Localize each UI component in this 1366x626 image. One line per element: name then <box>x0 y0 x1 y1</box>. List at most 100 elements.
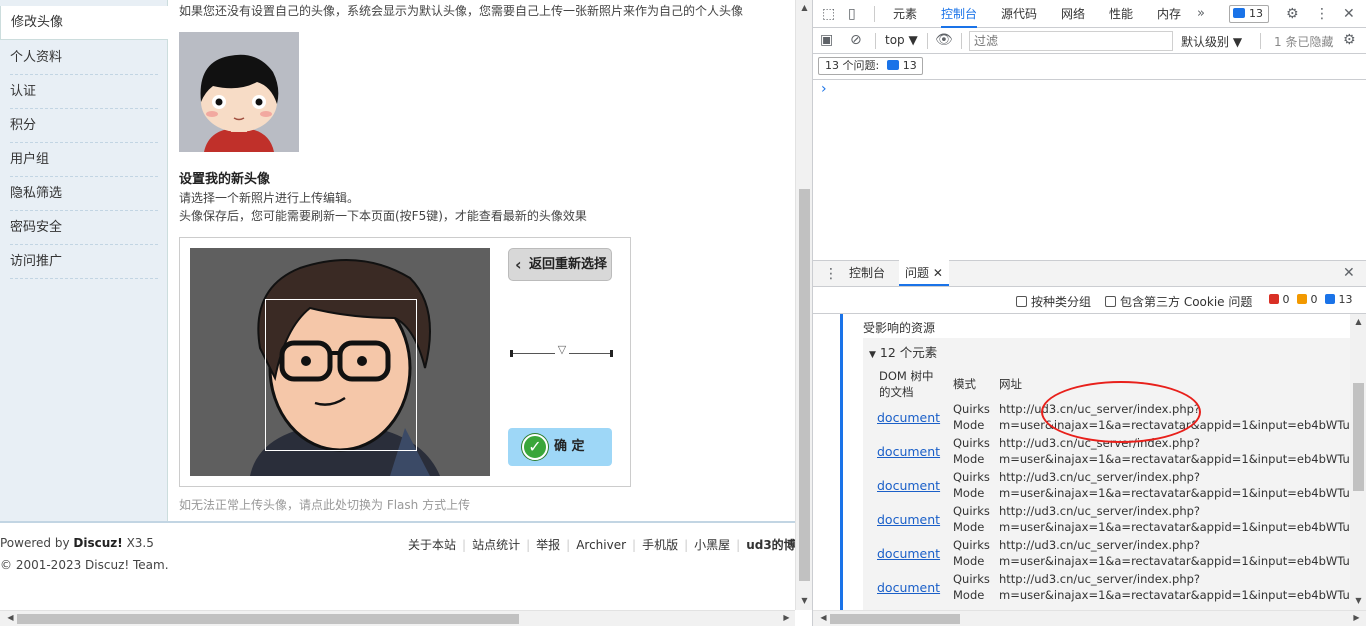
document-link[interactable]: document <box>877 478 940 493</box>
sidebar-item-usergroup[interactable]: 用户组 <box>10 143 158 177</box>
flash-upload-link[interactable]: 如无法正常上传头像，请点此处切换为 Flash 方式上传 <box>179 496 470 513</box>
sidebar-item-verify[interactable]: 认证 <box>10 75 158 109</box>
mode-line2: Mode <box>953 554 985 568</box>
drawer-tab-console[interactable]: 控制台 <box>849 260 885 286</box>
url-cell: http://ud3.cn/uc_server/index.php? m=user… <box>999 435 1350 467</box>
page-vscroll-thumb[interactable] <box>799 189 810 581</box>
clear-console-icon[interactable]: ⊘ <box>850 26 862 54</box>
console-output[interactable]: › <box>813 80 1366 260</box>
log-level-selector[interactable]: 默认级别 ▼ <box>1181 33 1242 50</box>
scroll-right-icon[interactable]: ▶ <box>778 613 795 622</box>
footer-site-name[interactable]: ud3的博客空 <box>746 538 795 552</box>
sidebar-item-credits[interactable]: 积分 <box>10 109 158 143</box>
sidebar-item-avatar[interactable]: 修改头像 <box>0 6 168 40</box>
footer-link-about[interactable]: 关于本站 <box>408 538 456 552</box>
drawer-tab-bar: ⋮ 控制台 问题 ✕ ✕ <box>813 260 1366 287</box>
close-devtools-icon[interactable]: ✕ <box>1343 0 1355 28</box>
settings-gear-icon[interactable]: ⚙ <box>1286 0 1299 28</box>
mode-line2: Mode <box>953 452 985 466</box>
eye-icon[interactable]: 👁 <box>935 26 953 54</box>
document-link[interactable]: document <box>877 512 940 527</box>
scroll-up-icon[interactable]: ▲ <box>1350 317 1366 326</box>
document-link[interactable]: document <box>877 546 940 561</box>
footer-link-blacklist[interactable]: 小黑屋 <box>694 538 730 552</box>
hidden-count: 1 条已隐藏 <box>1274 35 1334 49</box>
issues-vscroll-thumb[interactable] <box>1353 383 1364 491</box>
mode-line2: Mode <box>953 520 985 534</box>
scroll-down-icon[interactable]: ▼ <box>1350 596 1366 605</box>
devtools-hscroll-thumb[interactable] <box>830 614 960 624</box>
close-tab-icon[interactable]: ✕ <box>933 266 943 280</box>
page-hscroll-thumb[interactable] <box>17 614 519 624</box>
uploaded-photo[interactable] <box>190 248 490 476</box>
scroll-down-icon[interactable]: ▼ <box>796 596 813 605</box>
footer-link-report[interactable]: 举报 <box>536 538 560 552</box>
scroll-right-icon[interactable]: ▶ <box>1348 613 1365 622</box>
zoom-slider[interactable]: ▽ <box>510 343 614 362</box>
mode-cell: Quirks Mode <box>953 401 990 433</box>
url-line1: http://ud3.cn/uc_server/index.php? <box>999 572 1201 586</box>
reselect-button[interactable]: ‹ 返回重新选择 <box>508 248 612 281</box>
url-line1: http://ud3.cn/uc_server/index.php? <box>999 538 1201 552</box>
confirm-button[interactable]: ✓ 确 定 <box>508 428 612 466</box>
sidebar-toggle-icon[interactable]: ▣ <box>820 26 833 54</box>
issues-badge[interactable]: 13 <box>1229 5 1269 23</box>
issue-details: 受影响的资源 ▼ 12 个元素 DOM 树中 的文档 模式 网址 document… <box>843 314 1350 610</box>
page-horizontal-scrollbar[interactable]: ◀ ▶ <box>0 610 795 626</box>
tab-network[interactable]: 网络 <box>1061 0 1085 28</box>
group-by-category-checkbox[interactable]: 按种类分组 <box>1016 293 1091 310</box>
mode-line1: Quirks <box>953 504 990 518</box>
inspect-element-icon[interactable]: ⬚ <box>822 0 835 28</box>
sidebar-item-profile[interactable]: 个人资料 <box>10 41 158 75</box>
tab-console[interactable]: 控制台 <box>941 0 978 28</box>
url-line2: m=user&inajax=1&a=rectavatar&appid=1&inp… <box>999 588 1350 602</box>
powered-brand[interactable]: Discuz! <box>73 536 122 550</box>
context-selector-value: top <box>885 33 905 47</box>
crop-selection-box[interactable] <box>265 299 417 451</box>
document-link[interactable]: document <box>877 444 940 459</box>
tab-sources[interactable]: 源代码 <box>1001 0 1037 28</box>
tab-performance[interactable]: 性能 <box>1109 0 1133 28</box>
sidebar-item-promotion[interactable]: 访问推广 <box>10 245 158 279</box>
group-by-category-label: 按种类分组 <box>1031 295 1092 309</box>
tab-memory[interactable]: 内存 <box>1157 0 1181 28</box>
confirm-button-label: 确 定 <box>554 439 585 454</box>
scroll-up-icon[interactable]: ▲ <box>796 3 813 12</box>
more-options-icon[interactable]: ⋮ <box>1315 0 1329 28</box>
context-selector[interactable]: top ▼ <box>885 33 918 47</box>
sidebar-item-privacy[interactable]: 隐私筛选 <box>10 177 158 211</box>
console-filter-input[interactable] <box>969 31 1173 51</box>
issues-summary-button[interactable]: 13 个问题: 13 <box>818 57 923 75</box>
settings-sidebar: 修改头像 个人资料 认证 积分 用户组 隐私筛选 密码安全 访问推广 <box>0 0 168 521</box>
info-count: 13 <box>1325 293 1353 306</box>
device-toolbar-icon[interactable]: ▯ <box>848 0 856 28</box>
document-link[interactable]: document <box>877 580 940 595</box>
drawer-tab-issues[interactable]: 问题 ✕ <box>899 260 949 286</box>
sidebar-item-password[interactable]: 密码安全 <box>10 211 158 245</box>
error-count-value: 0 <box>1282 293 1290 306</box>
elements-count-label: 12 个元素 <box>879 345 938 360</box>
drawer-tab-issues-label: 问题 <box>905 266 930 280</box>
document-link[interactable]: document <box>877 410 940 425</box>
more-tabs-icon[interactable]: » <box>1197 0 1205 28</box>
tab-elements[interactable]: 元素 <box>893 0 917 28</box>
elements-expander[interactable]: ▼ 12 个元素 <box>869 342 937 361</box>
drawer-menu-icon[interactable]: ⋮ <box>824 260 838 288</box>
slider-thumb-icon[interactable]: ▽ <box>555 343 569 357</box>
slider-end-right <box>610 350 613 357</box>
mode-cell: Quirks Mode <box>953 435 990 467</box>
footer-link-stats[interactable]: 站点统计 <box>472 538 520 552</box>
console-settings-icon[interactable]: ⚙ <box>1343 26 1356 54</box>
devtools-horizontal-scrollbar[interactable]: ◀ ▶ <box>813 610 1366 626</box>
footer-link-archiver[interactable]: Archiver <box>576 538 626 552</box>
mode-cell: Quirks Mode <box>953 503 990 535</box>
affected-resources-title: 受影响的资源 <box>863 321 936 335</box>
message-icon <box>886 60 899 70</box>
third-party-cookie-checkbox[interactable]: 包含第三方 Cookie 问题 <box>1105 293 1252 310</box>
issues-vertical-scrollbar[interactable]: ▲ ▼ <box>1350 314 1366 610</box>
col-header-doc-line1: DOM 树中 <box>879 369 934 383</box>
close-drawer-icon[interactable]: ✕ <box>1343 260 1355 286</box>
issues-badge-count: 13 <box>1249 7 1263 20</box>
footer-link-mobile[interactable]: 手机版 <box>642 538 678 552</box>
page-vertical-scrollbar[interactable]: ▲ ▼ <box>795 0 812 610</box>
